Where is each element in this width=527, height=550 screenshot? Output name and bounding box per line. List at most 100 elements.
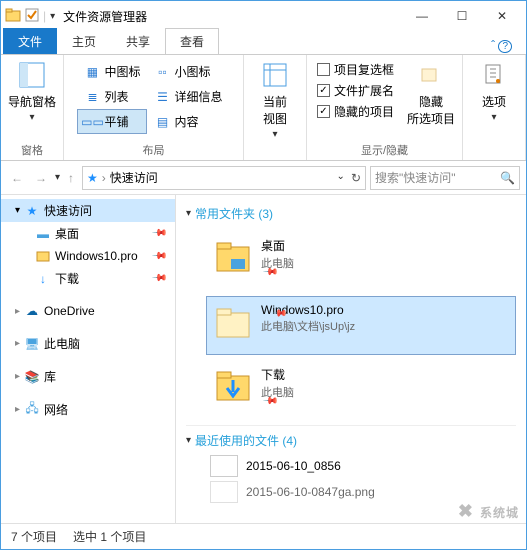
nav-pane-label: 导航窗格 [8,93,56,110]
tree-thispc[interactable]: ▸ 🖥 此电脑 [1,332,175,355]
ribbon-help-button[interactable]: ˆ ? [485,36,518,54]
quick-access-star-icon: ★ [87,171,98,185]
chevron-down-icon: ▾ [491,112,496,123]
recent-files-header[interactable]: ▾ 最近使用的文件 (4) [186,428,516,453]
tree-libraries[interactable]: ▸ 📚 库 [1,365,175,388]
tree-onedrive[interactable]: ▸ ☁ OneDrive [1,300,175,322]
current-view-label: 当前 视图 [263,93,287,127]
chevron-down-icon: ▾ [29,112,34,123]
expand-icon[interactable]: ▸ [15,306,20,317]
layout-small-icons[interactable]: ▫▫小图标 [147,59,229,84]
group-label-layout: 布局 [142,140,164,158]
expand-icon[interactable]: ▾ [15,205,20,216]
medium-icons-icon: ▦ [84,64,100,80]
checkbox-hidden-items[interactable]: ✓隐藏的项目 [313,101,398,122]
pin-icon: 📌 [150,248,167,265]
current-view-button[interactable]: 当前 视图 ▾ [250,59,300,140]
tile-windows10pro[interactable]: Windows10.pro 此电脑\文档\jsUp\jz 📌 [206,296,516,355]
status-selected: 选中 1 个项目 [73,528,146,545]
frequent-folders-header[interactable]: ▾ 常用文件夹 (3) [186,201,516,226]
nav-pane-button[interactable]: 导航窗格 ▾ [7,59,57,123]
forward-button[interactable]: → [31,171,51,185]
ribbon-group-panes: 导航窗格 ▾ 窗格 [1,55,64,160]
layout-content[interactable]: ▤内容 [147,109,229,134]
tab-file[interactable]: 文件 [3,28,57,54]
address-location[interactable]: 快速访问 [110,169,158,186]
maximize-button[interactable]: ☐ [442,4,482,28]
explorer-icon [5,7,21,26]
qat-separator: | [43,9,46,23]
checkbox-item-checkboxes[interactable]: 项目复选框 [313,59,398,80]
qat: | ▾ [5,7,55,26]
ribbon-group-current-view: 当前 视图 ▾ [244,55,307,160]
qat-checkbox-icon[interactable] [25,8,39,25]
tiles-icon: ▭▭ [84,114,100,130]
image-thumb-icon [210,455,238,477]
folder-icon [35,248,51,264]
layout-tiles[interactable]: ▭▭平铺 [77,109,147,134]
tree-quick-access[interactable]: ▾ ★ 快速访问 [1,199,175,222]
hide-selected-button[interactable]: 隐藏 所选项目 [406,59,456,127]
ribbon-group-layout: ▦中图标 ▫▫小图标 ≣列表 ☰详细信息 ▭▭平铺 ▤内容 布局 [64,55,244,160]
address-row: ← → ▾ ↑ ★ › 快速访问 ⌄ ↻ 搜索"快速访问" 🔍 [1,161,526,195]
expand-icon[interactable]: ▸ [15,338,20,349]
current-view-icon [259,59,291,91]
expand-icon[interactable]: ▸ [15,404,20,415]
details-icon: ☰ [154,89,170,105]
image-thumb-icon [210,481,238,503]
tile-name: 下载 [261,366,294,383]
up-button[interactable]: ↑ [64,171,78,185]
checkbox-icon: ✓ [317,105,330,118]
close-button[interactable]: ✕ [482,4,522,28]
tree-desktop[interactable]: ▬ 桌面 📌 [1,222,175,245]
list-icon: ≣ [84,89,100,105]
star-icon: ★ [24,203,40,219]
expand-icon[interactable]: ▸ [15,371,20,382]
address-bar[interactable]: ★ › 快速访问 ⌄ ↻ [82,166,366,190]
status-total: 7 个项目 [11,528,57,545]
folder-icon [213,303,253,343]
qat-dropdown-icon[interactable]: ▾ [50,11,55,22]
chevron-down-icon: ▾ [272,129,277,140]
ribbon: 导航窗格 ▾ 窗格 ▦中图标 ▫▫小图标 ≣列表 ☰详细信息 ▭▭平铺 ▤内容 … [1,55,526,161]
address-dropdown-icon[interactable]: ⌄ [337,171,345,185]
minimize-button[interactable]: — [402,4,442,28]
nav-pane-icon [16,59,48,91]
history-dropdown[interactable]: ▾ [55,172,60,183]
nav-tree: ▾ ★ 快速访问 ▬ 桌面 📌 Windows10.pro 📌 ↓ 下载 📌 [1,195,176,523]
desktop-icon: ▬ [35,226,51,242]
layout-details[interactable]: ☰详细信息 [147,84,229,109]
main-pane: ▾ 常用文件夹 (3) 桌面 此电脑 📌 Windows10.pro 此电脑\文… [176,195,526,523]
downloads-folder-icon [213,366,253,406]
tile-downloads[interactable]: 下载 此电脑 📌 [206,359,516,421]
tile-sub: 此电脑\文档\jsUp\jz [261,318,355,334]
recent-file-0[interactable]: 2015-06-10_0856 [186,453,516,479]
tree-downloads[interactable]: ↓ 下载 📌 [1,267,175,290]
refresh-button[interactable]: ↻ [351,171,361,185]
small-icons-icon: ▫▫ [154,64,170,80]
onedrive-icon: ☁ [24,303,40,319]
layout-list[interactable]: ≣列表 [77,84,147,109]
layout-medium-icons[interactable]: ▦中图标 [77,59,147,84]
back-button[interactable]: ← [7,171,27,185]
tile-name: 桌面 [261,237,294,254]
tree-windows10pro[interactable]: Windows10.pro 📌 [1,245,175,267]
hide-icon [415,59,447,91]
options-button[interactable]: 选项 ▾ [469,59,519,123]
tab-home[interactable]: 主页 [57,28,111,54]
search-icon: 🔍 [500,171,515,185]
window-title: 文件资源管理器 [63,8,402,25]
checkbox-file-ext[interactable]: ✓文件扩展名 [313,80,398,101]
group-label-panes: 窗格 [21,140,43,158]
watermark: ✖ 系统城 [458,501,519,522]
titlebar: | ▾ 文件资源管理器 — ☐ ✕ [1,1,526,31]
tile-desktop[interactable]: 桌面 此电脑 📌 [206,230,516,292]
tab-view[interactable]: 查看 [165,28,219,54]
tree-network[interactable]: ▸ 🖧 网络 [1,398,175,421]
search-input[interactable]: 搜索"快速访问" 🔍 [370,166,520,190]
libraries-icon: 📚 [24,369,40,385]
tab-share[interactable]: 共享 [111,28,165,54]
content-icon: ▤ [154,114,170,130]
layout-options: ▦中图标 ▫▫小图标 ≣列表 ☰详细信息 ▭▭平铺 ▤内容 [77,59,229,134]
network-icon: 🖧 [24,402,40,418]
